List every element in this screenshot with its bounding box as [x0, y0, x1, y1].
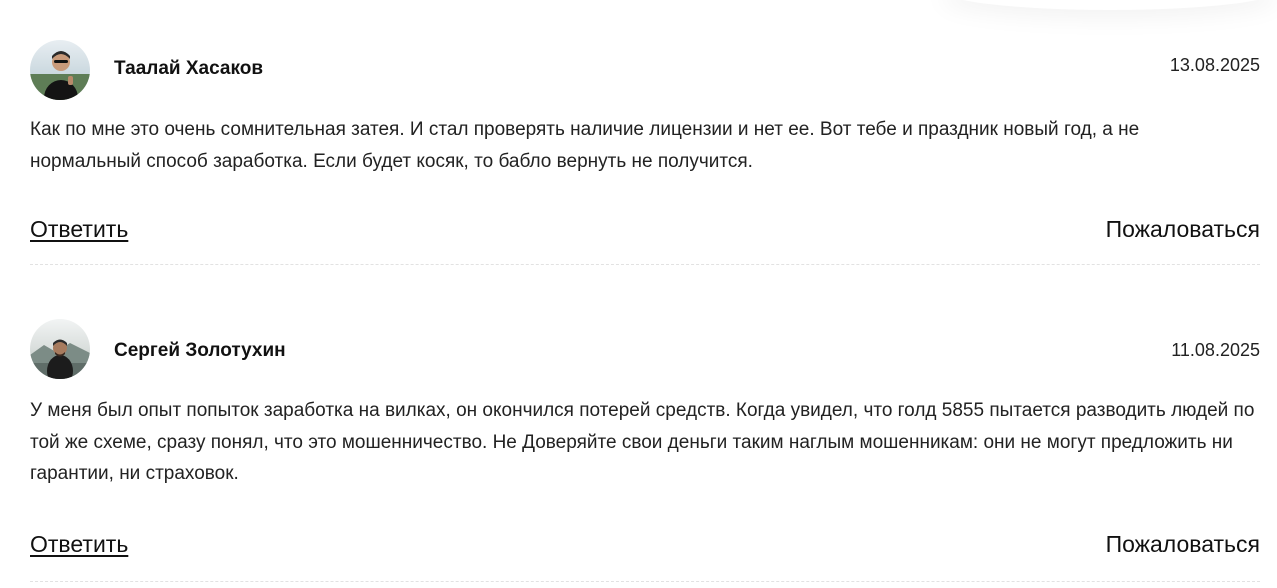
comment-divider	[30, 264, 1260, 265]
comment-header: Сергей Золотухин 11.08.2025	[30, 319, 1260, 379]
report-link[interactable]: Пожаловаться	[1106, 215, 1260, 243]
comment-divider	[30, 581, 1260, 582]
comment-header: Таалай Хасаков 13.08.2025	[30, 40, 1260, 100]
comment-text: У меня был опыт попыток заработка на вил…	[30, 400, 1255, 484]
comments-page: Таалай Хасаков 13.08.2025 Как по мне это…	[0, 0, 1277, 588]
comment-date: 11.08.2025	[1171, 340, 1260, 360]
avatar	[30, 319, 90, 379]
comment-date: 13.08.2025	[1169, 55, 1260, 75]
comment-actions: Ответить Пожаловаться	[30, 215, 1260, 255]
comment-author: Сергей Золотухин	[114, 340, 286, 361]
comment-author: Таалай Хасаков	[114, 58, 264, 79]
header-shadow	[940, 0, 1277, 10]
comment-text: Как по мне это очень сомнительная затея.…	[30, 119, 1140, 172]
comment-item: Таалай Хасаков 13.08.2025 Как по мне это…	[30, 40, 1260, 255]
reply-link[interactable]: Ответить	[30, 530, 128, 558]
comment-item: Сергей Золотухин 11.08.2025 У меня был о…	[30, 319, 1260, 570]
comment-actions: Ответить Пожаловаться	[30, 530, 1260, 570]
reply-link[interactable]: Ответить	[30, 215, 128, 243]
report-link[interactable]: Пожаловаться	[1106, 530, 1260, 558]
avatar	[30, 40, 90, 100]
